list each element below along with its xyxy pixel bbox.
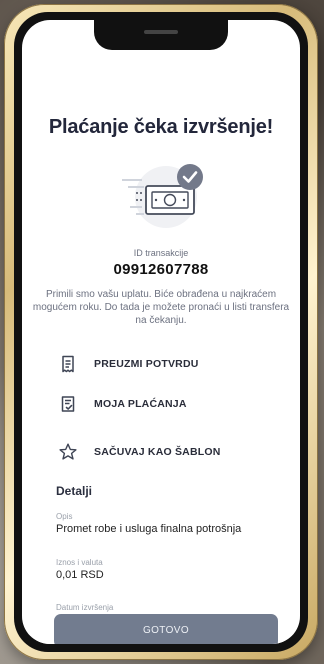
star-icon: [58, 442, 78, 462]
app-screen: Plaćanje čeka izvršenje! ID transakcije …: [22, 20, 300, 644]
transaction-id-label: ID transakcije: [133, 248, 189, 258]
done-button[interactable]: GOTOVO: [54, 614, 278, 644]
execution-date-label: Datum izvršenja: [56, 603, 114, 612]
download-confirmation-label: PREUZMI POTVRDU: [94, 358, 199, 370]
description-value: Promet robe i usluga finalna potrošnja: [56, 523, 242, 535]
details-heading: Detalji: [56, 484, 93, 498]
my-payments-label: MOJA PLAĆANJA: [94, 398, 187, 410]
save-as-template-label: SAČUVAJ KAO ŠABLON: [94, 446, 221, 458]
save-as-template-button[interactable]: SAČUVAJ KAO ŠABLON: [22, 440, 300, 464]
description-label: Opis: [56, 512, 73, 521]
transaction-id-value: 09912607788: [113, 261, 209, 278]
download-confirmation-button[interactable]: PREUZMI POTVRDU: [22, 352, 300, 376]
document-check-icon: [58, 394, 78, 414]
page-title: Plaćanje čeka izvršenje!: [48, 116, 274, 138]
payment-confirmation-screen: Plaćanje čeka izvršenje! ID transakcije …: [22, 20, 300, 644]
amount-currency-label: Iznos i valuta: [56, 558, 103, 567]
phone-frame: Plaćanje čeka izvršenje! ID transakcije …: [4, 4, 318, 660]
money-transfer-icon: [122, 164, 203, 228]
my-payments-button[interactable]: MOJA PLAĆANJA: [22, 392, 300, 416]
phone-bezel: Plaćanje čeka izvršenje! ID transakcije …: [14, 12, 308, 652]
payment-illustration: [118, 152, 218, 234]
confirmation-message: Primili smo vašu uplatu. Biće obrađena u…: [32, 289, 290, 326]
amount-currency-value: 0,01 RSD: [56, 569, 104, 581]
receipt-icon: [58, 354, 78, 374]
